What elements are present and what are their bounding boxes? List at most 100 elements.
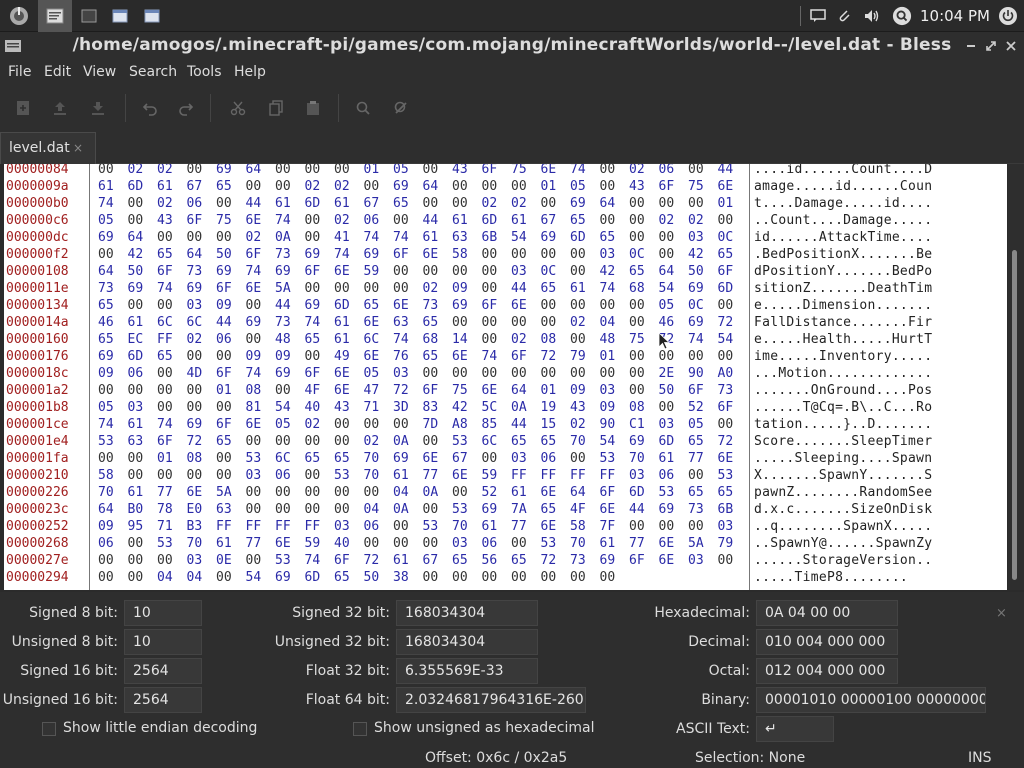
hex-byte[interactable]: 6C — [482, 433, 504, 450]
hex-byte[interactable]: 6F — [157, 263, 179, 280]
hex-byte[interactable]: 05 — [98, 212, 120, 229]
hex-byte[interactable]: 64 — [98, 501, 120, 518]
undo-icon[interactable] — [140, 98, 160, 118]
hex-byte[interactable]: 73 — [423, 297, 445, 314]
hex-byte[interactable]: 02 — [334, 178, 356, 195]
hex-byte[interactable]: 00 — [334, 433, 356, 450]
hex-byte[interactable]: 00 — [688, 164, 710, 178]
hex-byte[interactable]: 65 — [157, 246, 179, 263]
file-manager-launcher-icon[interactable] — [103, 0, 137, 32]
hex-byte[interactable]: 00 — [511, 569, 533, 586]
hex-byte[interactable]: 00 — [718, 416, 740, 433]
hex-byte[interactable]: 6F — [305, 263, 327, 280]
hex-byte[interactable]: A0 — [718, 365, 740, 382]
hex-byte[interactable]: 06 — [659, 164, 681, 178]
hex-byte[interactable]: FF — [216, 518, 238, 535]
hex-byte[interactable]: 09 — [98, 518, 120, 535]
hex-byte[interactable]: 6F — [334, 552, 356, 569]
hex-byte[interactable]: 00 — [600, 365, 622, 382]
hex-byte[interactable]: 6F — [659, 178, 681, 195]
hex-byte[interactable]: 61 — [393, 467, 415, 484]
hex-byte[interactable]: 67 — [187, 178, 209, 195]
hex-byte[interactable]: 06 — [275, 467, 297, 484]
hex-byte[interactable]: 00 — [541, 569, 563, 586]
hex-byte[interactable]: 69 — [393, 450, 415, 467]
ascii-row[interactable]: e.....Health.....HurtT — [754, 331, 932, 348]
hex-byte[interactable]: 43 — [334, 399, 356, 416]
hex-byte[interactable]: 6E — [600, 501, 622, 518]
hex-byte[interactable]: 00 — [570, 365, 592, 382]
hex-byte[interactable]: 0A — [275, 229, 297, 246]
hex-byte[interactable]: 71 — [157, 518, 179, 535]
hex-byte[interactable]: 40 — [334, 535, 356, 552]
binary-field[interactable]: 00001010 00000100 00000000 00000000 — [756, 687, 986, 713]
chat-icon[interactable] — [808, 6, 828, 26]
hex-byte[interactable]: 6E — [452, 467, 474, 484]
hex-byte[interactable]: 19 — [541, 399, 563, 416]
hex-byte[interactable]: 01 — [600, 348, 622, 365]
hex-byte[interactable]: 69 — [98, 229, 120, 246]
hex-byte[interactable]: 00 — [570, 297, 592, 314]
hex-byte[interactable]: 00 — [216, 569, 238, 586]
hex-byte[interactable]: 43 — [157, 212, 179, 229]
hex-byte[interactable]: 74 — [570, 164, 592, 178]
hex-byte[interactable]: 61 — [98, 178, 120, 195]
hex-byte[interactable]: 69 — [629, 433, 651, 450]
hex-byte[interactable]: 65 — [511, 433, 533, 450]
hex-byte[interactable]: 7F — [600, 518, 622, 535]
paperclip-icon[interactable] — [834, 6, 854, 26]
hex-byte[interactable]: 69 — [98, 348, 120, 365]
hex-byte[interactable]: 73 — [275, 314, 297, 331]
hex-byte[interactable]: 46 — [659, 314, 681, 331]
hex-byte[interactable]: 43 — [570, 399, 592, 416]
hex-byte[interactable]: 54 — [600, 433, 622, 450]
hex-byte[interactable]: 06 — [541, 450, 563, 467]
hex-row[interactable]: 65 00 00 03 09 00 44 69 6D 65 6E 73 69 6F 6E 00 00 00 00 05… — [90, 297, 750, 314]
hex-row[interactable]: 09 06 00 4D 6F 74 69 6F 6E 05 03 00 00 00 00 00 00 00 00 2E… — [90, 365, 750, 382]
hex-row[interactable]: 73 69 74 69 6F 6E 5A 00 00 00 00 02 09 00 44 65 61 74 68 54… — [90, 280, 750, 297]
hex-byte[interactable]: 00 — [423, 501, 445, 518]
hex-byte[interactable]: 53 — [541, 535, 563, 552]
hex-byte[interactable]: 6C — [275, 450, 297, 467]
hex-byte[interactable]: 00 — [393, 280, 415, 297]
hex-byte[interactable]: 69 — [275, 263, 297, 280]
hex-byte[interactable]: 00 — [393, 263, 415, 280]
hex-byte[interactable]: 00 — [482, 450, 504, 467]
hex-byte[interactable]: 00 — [128, 467, 150, 484]
ascii-row[interactable]: id......AttackTime.... — [754, 229, 932, 246]
hex-byte[interactable]: 05 — [570, 178, 592, 195]
hex-byte[interactable]: 06 — [364, 212, 386, 229]
hex-byte[interactable]: 05 — [659, 297, 681, 314]
hex-byte[interactable]: C1 — [629, 416, 651, 433]
hex-byte[interactable]: 43 — [629, 178, 651, 195]
hex-byte[interactable]: 65 — [629, 263, 651, 280]
hex-byte[interactable]: 00 — [482, 314, 504, 331]
hex-byte[interactable]: 00 — [659, 229, 681, 246]
menu-tools[interactable]: Tools — [187, 64, 222, 80]
hex-byte[interactable]: 65 — [452, 552, 474, 569]
ascii-row[interactable]: e.....Dimension....... — [754, 297, 932, 314]
hex-byte[interactable]: 00 — [393, 535, 415, 552]
window-titlebar[interactable]: /home/amogos/.minecraft-pi/games/com.moj… — [0, 32, 1024, 60]
hex-byte[interactable]: 09 — [452, 280, 474, 297]
hex-byte[interactable]: 6D — [128, 348, 150, 365]
hex-byte[interactable]: 53 — [718, 467, 740, 484]
hex-byte[interactable]: 00 — [688, 195, 710, 212]
hex-byte[interactable]: 00 — [482, 178, 504, 195]
hex-byte[interactable]: 00 — [629, 365, 651, 382]
ascii-row[interactable]: ..q........SpawnX..... — [754, 518, 932, 535]
hex-byte[interactable]: 69 — [570, 195, 592, 212]
hex-byte[interactable]: 79 — [718, 535, 740, 552]
ascii-text-field[interactable]: ↵ — [756, 716, 834, 742]
hex-byte[interactable]: 65 — [216, 433, 238, 450]
ascii-row[interactable]: .BedPositionX.......Be — [754, 246, 932, 263]
hex-byte[interactable]: 53 — [246, 450, 268, 467]
hex-byte[interactable]: 02 — [570, 314, 592, 331]
power-icon[interactable] — [998, 6, 1018, 26]
hex-byte[interactable]: 00 — [452, 263, 474, 280]
hex-byte[interactable]: 74 — [393, 229, 415, 246]
hex-byte[interactable]: 65 — [688, 433, 710, 450]
hex-byte[interactable]: 00 — [511, 246, 533, 263]
hex-byte[interactable]: 00 — [128, 569, 150, 586]
ascii-row[interactable]: tation.....}..D....... — [754, 416, 932, 433]
